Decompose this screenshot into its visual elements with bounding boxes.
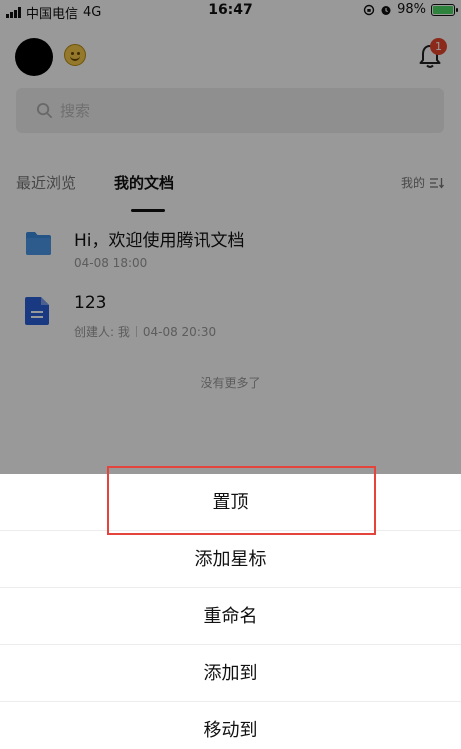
action-add-star[interactable]: 添加星标 (0, 531, 461, 588)
action-rename[interactable]: 重命名 (0, 588, 461, 645)
action-move-to[interactable]: 移动到 (0, 702, 461, 749)
screen: 中国电信 4G 16:47 98% 1 搜索 最近浏览 我的文档 我的 Hi，欢… (0, 0, 461, 749)
highlight-box (107, 466, 376, 535)
action-add-to[interactable]: 添加到 (0, 645, 461, 702)
